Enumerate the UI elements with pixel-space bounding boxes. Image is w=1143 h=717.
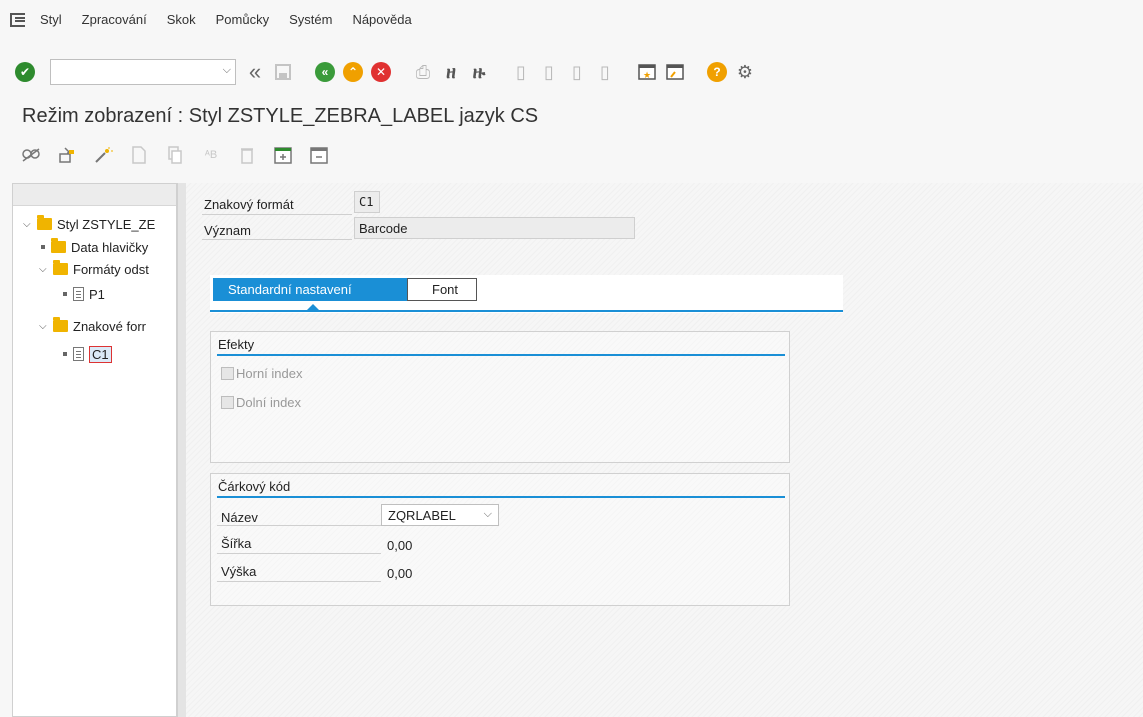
tree-header bbox=[13, 184, 176, 206]
collapse-all-icon[interactable] bbox=[308, 144, 330, 166]
tree-item-label: C1 bbox=[89, 345, 112, 363]
chevron-down-icon[interactable]: ⌵ bbox=[223, 64, 231, 77]
menu-icon[interactable] bbox=[10, 13, 26, 27]
first-page-icon: ▯ bbox=[516, 61, 526, 82]
width-field: 0,00 bbox=[387, 537, 413, 553]
main-content: Znakový formát C1 Význam Barcode Standar… bbox=[186, 183, 1143, 717]
tab-underline bbox=[210, 310, 843, 312]
subscript-checkbox[interactable] bbox=[221, 396, 234, 409]
bullet-icon bbox=[41, 245, 45, 249]
height-field: 0,00 bbox=[387, 565, 413, 581]
tree-item-label: Styl ZSTYLE_ZE bbox=[57, 216, 156, 232]
enter-icon[interactable]: ✔ bbox=[14, 61, 36, 83]
magic-wand-icon[interactable] bbox=[92, 144, 114, 166]
tree-item-label: Znakové forr bbox=[73, 318, 146, 334]
chevron-down-icon[interactable]: ⌵ bbox=[484, 508, 492, 521]
help-icon[interactable]: ? bbox=[706, 61, 728, 83]
command-field[interactable]: ⌵ bbox=[50, 59, 236, 85]
menu-bar: Styl Zpracování Skok Pomůcky Systém Nápo… bbox=[0, 0, 1143, 44]
barcode-group: Čárkový kód Název ZQRLABEL ⌵ Šířka 0,00 … bbox=[210, 473, 790, 606]
save-icon bbox=[272, 61, 294, 83]
tab-strip: Standardní nastavení Font bbox=[210, 275, 843, 313]
exit-icon[interactable]: ⌃ bbox=[342, 61, 364, 83]
next-page-icon: ▯ bbox=[572, 61, 582, 82]
height-label: Výška bbox=[221, 564, 257, 579]
barcode-group-title: Čárkový kód bbox=[218, 479, 291, 494]
panel-splitter[interactable] bbox=[177, 183, 186, 717]
copy-icon bbox=[164, 144, 186, 166]
menu-pomucky[interactable]: Pomůcky bbox=[216, 12, 269, 27]
document-icon bbox=[73, 347, 84, 361]
double-chevron-left-icon[interactable]: « bbox=[244, 59, 266, 84]
create-session-icon[interactable]: ★ bbox=[636, 61, 658, 83]
barcode-name-value: ZQRLABEL bbox=[388, 507, 456, 523]
effects-group-title: Efekty bbox=[218, 337, 255, 352]
bullet-icon bbox=[63, 352, 67, 356]
folder-icon bbox=[51, 238, 66, 253]
subscript-option: Dolní index bbox=[221, 395, 301, 410]
superscript-option: Horní index bbox=[221, 366, 302, 381]
superscript-label: Horní index bbox=[236, 366, 303, 381]
display-change-icon[interactable] bbox=[20, 144, 42, 166]
folder-icon bbox=[53, 260, 68, 275]
command-input[interactable] bbox=[51, 60, 211, 84]
chevron-down-icon[interactable]: ⌵ bbox=[39, 264, 51, 275]
meaning-field: Barcode bbox=[354, 217, 635, 239]
tree-item-header-data[interactable]: Data hlavičky bbox=[37, 236, 148, 258]
document-icon bbox=[73, 287, 84, 301]
group-divider bbox=[217, 354, 785, 356]
tree-item-label: Formáty odst bbox=[73, 261, 149, 277]
tree-item-p1[interactable]: P1 bbox=[59, 283, 105, 305]
shortcut-icon[interactable] bbox=[664, 61, 686, 83]
find-next-icon[interactable]: ዙ bbox=[468, 61, 490, 83]
new-document-icon bbox=[128, 144, 150, 166]
chevron-down-icon[interactable]: ⌵ bbox=[23, 219, 35, 230]
rename-icon: ᴬB bbox=[204, 149, 218, 161]
standard-toolbar: ✔ ⌵ « « ⌃ ✕ ⎙ ዘ ዙ ▯ ▯ ▯ ▯ ★ ? ⚙ bbox=[0, 52, 1143, 92]
last-page-icon: ▯ bbox=[600, 61, 610, 82]
application-toolbar: ᴬB bbox=[0, 138, 1143, 172]
settings-gear-icon[interactable]: ⚙ bbox=[734, 61, 756, 83]
tab-standard-settings[interactable]: Standardní nastavení bbox=[213, 278, 407, 301]
menu-styl[interactable]: Styl bbox=[40, 12, 62, 27]
print-icon: ⎙ bbox=[415, 61, 431, 82]
navigation-tree: ⌵ Styl ZSTYLE_ZE Data hlavičky ⌵ Formáty… bbox=[12, 183, 177, 717]
format-label: Znakový formát bbox=[204, 197, 294, 212]
name-label: Název bbox=[221, 510, 258, 525]
folder-icon bbox=[53, 317, 68, 332]
tree-item-style[interactable]: ⌵ Styl ZSTYLE_ZE bbox=[23, 213, 155, 235]
activate-icon[interactable] bbox=[56, 144, 78, 166]
page-title: Režim zobrazení : Styl ZSTYLE_ZEBRA_LABE… bbox=[22, 104, 539, 127]
superscript-checkbox[interactable] bbox=[221, 367, 234, 380]
group-divider bbox=[217, 496, 785, 498]
menu-skok[interactable]: Skok bbox=[167, 12, 196, 27]
format-field: C1 bbox=[354, 191, 380, 213]
cancel-icon[interactable]: ✕ bbox=[370, 61, 392, 83]
menu-zpracovani[interactable]: Zpracování bbox=[82, 12, 147, 27]
delete-icon bbox=[236, 144, 258, 166]
subscript-label: Dolní index bbox=[236, 395, 302, 410]
tab-font[interactable]: Font bbox=[407, 278, 477, 301]
tree-item-label: Data hlavičky bbox=[71, 239, 149, 255]
bullet-icon bbox=[63, 292, 67, 296]
tree-item-paragraph-formats[interactable]: ⌵ Formáty odst bbox=[39, 258, 149, 280]
tree-item-c1[interactable]: C1 bbox=[59, 343, 112, 365]
menu-napoveda[interactable]: Nápověda bbox=[352, 12, 411, 27]
width-label: Šířka bbox=[221, 536, 252, 551]
effects-group: Efekty Horní index Dolní index bbox=[210, 331, 790, 463]
menu-system[interactable]: Systém bbox=[289, 12, 332, 27]
folder-icon bbox=[37, 215, 52, 230]
tree-item-label: P1 bbox=[89, 286, 105, 302]
barcode-name-select[interactable]: ZQRLABEL ⌵ bbox=[381, 504, 499, 526]
back-icon[interactable]: « bbox=[314, 61, 336, 83]
previous-page-icon: ▯ bbox=[544, 61, 554, 82]
find-icon[interactable]: ዘ bbox=[440, 61, 462, 83]
tree-item-character-formats[interactable]: ⌵ Znakové forr bbox=[39, 315, 146, 337]
svg-text:★: ★ bbox=[643, 70, 651, 80]
meaning-label: Význam bbox=[204, 223, 251, 238]
expand-all-icon[interactable] bbox=[272, 144, 294, 166]
chevron-down-icon[interactable]: ⌵ bbox=[39, 321, 51, 332]
